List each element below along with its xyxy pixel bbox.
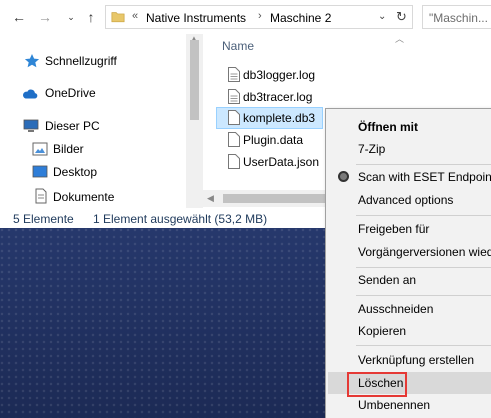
menu-item-label: Vorgängerversionen wied [358, 245, 491, 259]
menu-item-scan-eset[interactable]: Scan with ESET Endpoint [328, 166, 491, 188]
documents-icon [35, 188, 47, 204]
file-name: db3logger.log [243, 68, 316, 82]
forward-button[interactable]: → [36, 8, 54, 26]
search-placeholder: "Maschin... [429, 11, 488, 25]
menu-item-label: Verknüpfung erstellen [358, 353, 475, 367]
menu-item-verknuepfung-erstellen[interactable]: Verknüpfung erstellen [328, 349, 491, 371]
breadcrumb-maschine-2[interactable]: Maschine 2 [270, 11, 331, 25]
status-item-count: 5 Elemente [13, 212, 74, 226]
star-icon [24, 54, 40, 68]
status-selection: 1 Element ausgewählt (53,2 MB) [93, 212, 268, 226]
refresh-icon[interactable]: ↻ [396, 9, 407, 25]
back-button[interactable]: ← [10, 8, 28, 26]
search-input[interactable]: "Maschin... [422, 5, 491, 29]
breadcrumb-native-instruments[interactable]: Native Instruments [146, 11, 246, 25]
nav-scrollbar[interactable]: ▲ [186, 34, 203, 208]
radio-bullet-icon [338, 171, 349, 182]
cloud-icon [22, 89, 38, 99]
nav-item-label: Desktop [53, 165, 98, 179]
menu-item-label: Ausschneiden [358, 302, 434, 316]
menu-item-label: Advanced options [358, 193, 454, 207]
file-icon [228, 89, 240, 104]
computer-icon [23, 119, 39, 132]
breadcrumb-separator[interactable]: › [258, 10, 262, 22]
folder-icon [111, 12, 125, 23]
menu-item-freigeben-fuer[interactable]: Freigeben für [328, 218, 491, 240]
pictures-icon [32, 142, 48, 156]
horizontal-scrollbar-thumb[interactable] [223, 194, 328, 203]
menu-item-senden-an[interactable]: Senden an [328, 269, 491, 291]
menu-item-label: Öffnen mit [358, 120, 418, 134]
menu-item-kopieren[interactable]: Kopieren [328, 320, 491, 342]
file-icon [228, 110, 240, 125]
nav-item-label: Dieser PC [45, 119, 100, 133]
column-header-name[interactable]: Name [222, 39, 254, 53]
file-row[interactable]: db3tracer.log [216, 86, 486, 108]
address-field[interactable]: « Native Instruments › Maschine 2 ⌄ ↻ [105, 5, 413, 29]
nav-item-dokumente[interactable]: Dokumente [0, 186, 190, 208]
context-menu: Öffnen mit 7-Zip Scan with ESET Endpoint… [325, 108, 491, 418]
nav-item-label: Dokumente [53, 190, 115, 204]
nav-item-bilder[interactable]: Bilder [0, 138, 190, 160]
menu-separator [356, 267, 491, 268]
menu-separator [356, 164, 491, 165]
menu-separator [356, 295, 491, 296]
nav-item-label: Schnellzugriff [45, 54, 117, 68]
recent-dropdown-button[interactable]: ⌄ [62, 8, 80, 26]
menu-separator [356, 215, 491, 216]
file-name: komplete.db3 [243, 111, 316, 125]
nav-item-dieser-pc[interactable]: Dieser PC [0, 115, 190, 137]
menu-item-label: Freigeben für [358, 222, 430, 236]
file-name: UserData.json [243, 155, 320, 169]
menu-item-label: Umbenennen [358, 398, 431, 412]
menu-item-advanced-options[interactable]: Advanced options [328, 189, 491, 211]
menu-item-umbenennen[interactable]: Umbenennen [328, 394, 491, 416]
address-bar-row: ← → ⌄ ↑ « Native Instruments › Maschine … [0, 0, 491, 34]
nav-item-desktop[interactable]: Desktop [0, 161, 190, 183]
file-icon [228, 132, 240, 147]
menu-item-label: Scan with ESET Endpoint [358, 170, 491, 184]
desktop-icon [32, 165, 48, 178]
navigation-pane: Schnellzugriff OneDrive Dieser PC Bilder [0, 34, 202, 208]
menu-item-label: 7-Zip [358, 142, 386, 156]
sort-chevron-icon: ︿ [395, 34, 405, 44]
menu-item-vorgaengerversionen[interactable]: Vorgängerversionen wied [328, 241, 491, 263]
scroll-left-icon[interactable]: ◀ [207, 193, 214, 204]
up-button[interactable]: ↑ [82, 8, 100, 26]
file-name: db3tracer.log [243, 90, 313, 104]
nav-item-schnellzugriff[interactable]: Schnellzugriff [0, 50, 190, 72]
file-name: Plugin.data [243, 133, 304, 147]
file-icon [228, 154, 240, 169]
address-overflow[interactable]: « [132, 10, 138, 22]
file-icon [228, 67, 240, 82]
menu-item-oeffnen-mit[interactable]: Öffnen mit [328, 116, 491, 138]
nav-item-onedrive[interactable]: OneDrive [0, 82, 190, 104]
menu-item-7zip[interactable]: 7-Zip [328, 138, 491, 160]
menu-item-label: Kopieren [358, 324, 407, 338]
menu-item-ausschneiden[interactable]: Ausschneiden [328, 298, 491, 320]
nav-item-label: OneDrive [45, 86, 96, 100]
nav-item-label: Bilder [53, 142, 84, 156]
menu-separator [356, 345, 491, 346]
chevron-down-icon[interactable]: ⌄ [378, 11, 386, 22]
file-row[interactable]: db3logger.log [216, 64, 486, 86]
nav-scrollbar-thumb[interactable] [190, 40, 199, 120]
menu-item-label: Senden an [358, 273, 417, 287]
